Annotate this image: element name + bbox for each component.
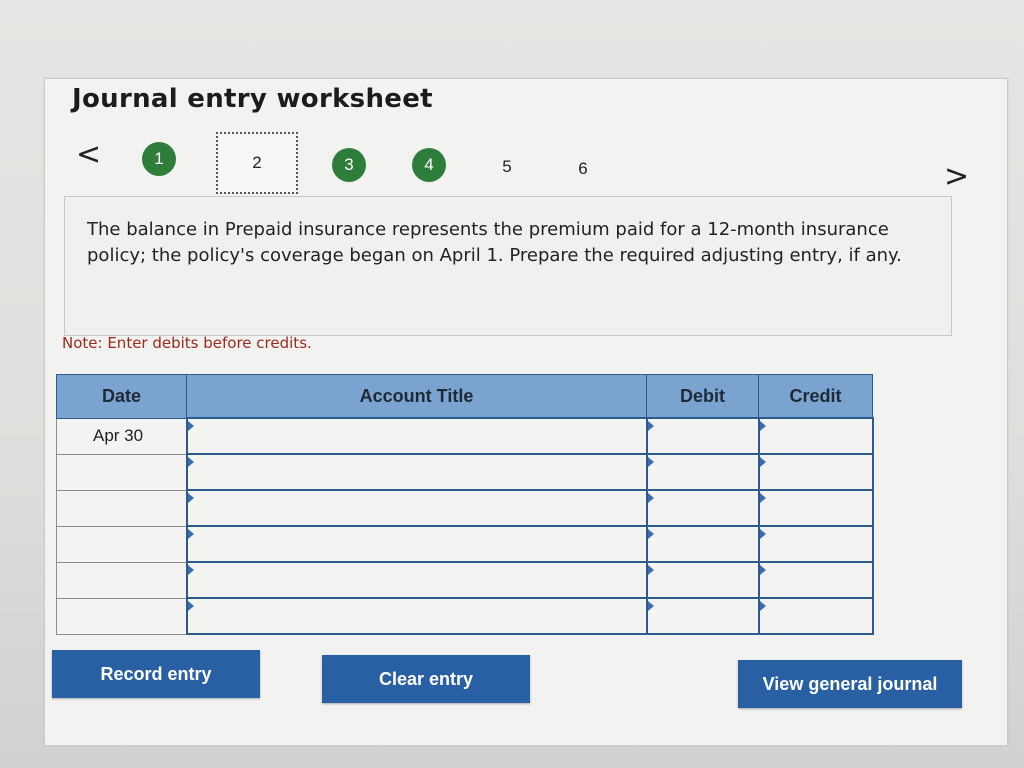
account-title-input[interactable] [185, 453, 648, 491]
table-row [56, 453, 874, 491]
record-entry-button[interactable]: Record entry [52, 650, 260, 698]
date-cell [56, 597, 187, 635]
debit-input[interactable] [645, 417, 760, 455]
note-text: Note: Enter debits before credits. [62, 334, 312, 352]
header-account-title: Account Title [186, 374, 647, 419]
debit-input[interactable] [645, 489, 760, 527]
header-date: Date [56, 374, 187, 419]
question-text: The balance in Prepaid insurance represe… [64, 196, 952, 336]
table-header-row: Date Account Title Debit Credit [56, 374, 873, 419]
step-4[interactable]: 4 [412, 148, 446, 182]
debit-input[interactable] [645, 561, 760, 599]
debit-input[interactable] [645, 597, 760, 635]
step-6[interactable]: 6 [566, 152, 600, 186]
credit-input[interactable] [757, 489, 874, 527]
table-row [56, 525, 874, 563]
step-1[interactable]: 1 [142, 142, 176, 176]
credit-input[interactable] [757, 417, 874, 455]
table-row [56, 561, 874, 599]
account-title-input[interactable] [185, 525, 648, 563]
step-2-current[interactable]: 2 [216, 132, 298, 194]
date-cell [56, 453, 187, 491]
account-title-input[interactable] [185, 417, 648, 455]
view-general-journal-button[interactable]: View general journal [738, 660, 962, 708]
account-title-input[interactable] [185, 597, 648, 635]
table-row [56, 489, 874, 527]
chevron-right-icon[interactable]: > [944, 162, 969, 192]
date-cell: Apr 30 [56, 417, 187, 455]
table-row [56, 597, 874, 635]
date-cell [56, 525, 187, 563]
clear-entry-button[interactable]: Clear entry [322, 655, 530, 703]
header-debit: Debit [646, 374, 759, 419]
page-title: Journal entry worksheet [72, 84, 433, 114]
date-cell [56, 561, 187, 599]
debit-input[interactable] [645, 525, 760, 563]
step-3[interactable]: 3 [332, 148, 366, 182]
credit-input[interactable] [757, 597, 874, 635]
date-cell [56, 489, 187, 527]
account-title-input[interactable] [185, 561, 648, 599]
chevron-left-icon[interactable]: < [76, 140, 101, 170]
table-row: Apr 30 [56, 417, 874, 455]
account-title-input[interactable] [185, 489, 648, 527]
debit-input[interactable] [645, 453, 760, 491]
step-5[interactable]: 5 [490, 150, 524, 184]
credit-input[interactable] [757, 561, 874, 599]
credit-input[interactable] [757, 453, 874, 491]
header-credit: Credit [758, 374, 873, 419]
journal-entry-table: Date Account Title Debit Credit Apr 30 [56, 374, 874, 635]
credit-input[interactable] [757, 525, 874, 563]
